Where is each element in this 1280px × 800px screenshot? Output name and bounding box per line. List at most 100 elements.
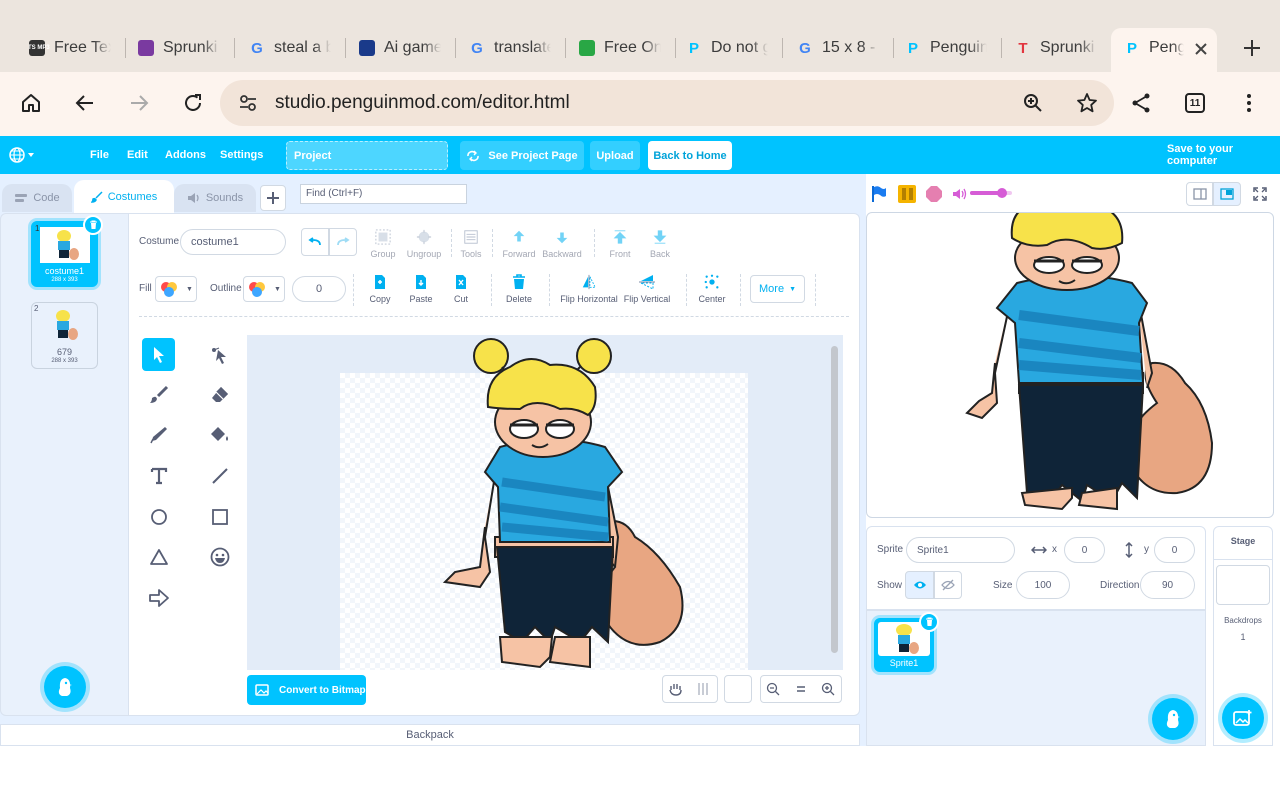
back-layer-button[interactable]: Back	[646, 229, 674, 259]
fill-color-picker[interactable]: ▼	[155, 276, 197, 302]
menu-file[interactable]: File	[90, 136, 109, 174]
show-hidden-button[interactable]	[934, 571, 962, 599]
volume-icon[interactable]	[952, 187, 968, 201]
costume-tile[interactable]: 2 679 288 x 393	[31, 302, 98, 369]
tab-costumes[interactable]: Costumes	[74, 180, 174, 213]
green-flag-icon[interactable]	[870, 185, 888, 203]
browser-tab[interactable]: Gsteal a b	[249, 36, 331, 60]
site-settings-icon[interactable]	[232, 87, 264, 119]
backpack-bar[interactable]: Backpack	[0, 724, 860, 746]
zoom-out-icon[interactable]	[766, 682, 780, 696]
browser-tab[interactable]: Gtranslate	[469, 36, 551, 60]
tab-code[interactable]: Code	[2, 184, 72, 212]
circle-tool[interactable]	[142, 500, 175, 533]
canvas-scrollbar[interactable]	[831, 346, 838, 653]
see-project-page-button[interactable]: See Project Page	[460, 141, 584, 170]
show-visible-button[interactable]	[905, 571, 934, 599]
size-input[interactable]: 100	[1016, 571, 1070, 599]
delete-button[interactable]: Delete	[504, 274, 534, 304]
back-to-home-button[interactable]: Back to Home	[648, 141, 732, 170]
back-arrow-icon[interactable]	[69, 87, 101, 119]
large-stage-button[interactable]	[1213, 182, 1241, 206]
y-input[interactable]: 0	[1154, 537, 1195, 563]
flip-vertical-button[interactable]: Flip Vertical	[623, 274, 671, 304]
browser-tab[interactable]: T Sprunki I	[1015, 36, 1097, 60]
canvas-theme-button[interactable]	[724, 675, 752, 703]
add-costume-button[interactable]	[44, 666, 86, 708]
browser-tab[interactable]: Ai game	[359, 36, 441, 60]
small-stage-button[interactable]	[1186, 182, 1213, 206]
copy-button[interactable]: Copy	[368, 274, 392, 304]
zoom-reset-icon[interactable]	[794, 682, 808, 696]
costume-name-input[interactable]: costume1	[180, 229, 286, 255]
theme-moon-icon[interactable]	[53, 146, 69, 164]
stage-thumbnail[interactable]	[1216, 565, 1270, 605]
upload-button[interactable]: Upload	[590, 141, 640, 170]
tab-switcher-icon[interactable]: 11	[1179, 87, 1211, 119]
menu-addons[interactable]: Addons	[165, 136, 206, 174]
tools-button[interactable]: Tools	[458, 229, 484, 259]
home-icon[interactable]	[15, 87, 47, 119]
direction-input[interactable]: 90	[1140, 571, 1195, 599]
cut-button[interactable]: Cut	[450, 274, 472, 304]
pause-icon[interactable]	[898, 185, 916, 203]
text-tool[interactable]	[142, 459, 175, 492]
delete-costume-button[interactable]	[83, 215, 103, 235]
fill-tool[interactable]	[203, 418, 236, 451]
find-input[interactable]: Find (Ctrl+F)	[300, 184, 467, 204]
center-button[interactable]: Center	[697, 274, 727, 304]
sticker-tool[interactable]	[203, 540, 236, 573]
flip-horizontal-button[interactable]: Flip Horizontal	[560, 274, 618, 304]
stage-canvas[interactable]	[866, 212, 1274, 518]
triangle-tool[interactable]	[142, 540, 175, 573]
add-backdrop-button[interactable]	[1222, 697, 1264, 739]
paste-button[interactable]: Paste	[408, 274, 434, 304]
forward-button[interactable]: Forward	[502, 229, 536, 259]
delete-sprite-button[interactable]	[919, 612, 939, 632]
costume-drawing[interactable]	[440, 337, 690, 670]
browser-tab[interactable]: G 15 x 8 - (	[797, 36, 879, 60]
outline-width-input[interactable]: 0	[292, 276, 346, 302]
browser-tab[interactable]: TTS MP3Free Tex	[29, 36, 111, 60]
brush-tool[interactable]	[142, 378, 175, 411]
group-button[interactable]: Group	[368, 229, 398, 259]
more-vert-icon[interactable]	[1233, 87, 1265, 119]
browser-tab-active[interactable]: P Pengu	[1124, 36, 1184, 60]
reload-icon[interactable]	[177, 87, 209, 119]
browser-tab[interactable]: Sprunki (	[138, 36, 220, 60]
outline-color-picker[interactable]: ▼	[243, 276, 285, 302]
forward-arrow-icon[interactable]	[123, 87, 155, 119]
save-to-computer-link[interactable]: Save to your computer	[1167, 136, 1280, 174]
stop-icon[interactable]	[925, 185, 943, 203]
more-button[interactable]: More ▼	[750, 275, 805, 303]
select-tool[interactable]	[142, 338, 175, 371]
redo-button[interactable]	[329, 228, 357, 256]
browser-tab[interactable]: P Do not g	[686, 36, 768, 60]
backward-button[interactable]: Backward	[542, 229, 582, 259]
x-input[interactable]: 0	[1064, 537, 1105, 563]
zoom-icon[interactable]	[1017, 87, 1049, 119]
arrow-shape-tool[interactable]	[142, 581, 175, 614]
menu-edit[interactable]: Edit	[127, 136, 148, 174]
volume-slider[interactable]	[970, 188, 1012, 198]
project-title-input[interactable]: Project	[286, 141, 448, 170]
tab-sounds[interactable]: Sounds	[174, 184, 256, 212]
front-button[interactable]: Front	[606, 229, 634, 259]
pen-tool[interactable]	[142, 418, 175, 451]
volume-knob[interactable]	[996, 188, 1007, 198]
pan-hand-icon[interactable]	[668, 682, 684, 696]
url-text[interactable]: studio.penguinmod.com/editor.html	[275, 92, 570, 114]
ungroup-button[interactable]: Ungroup	[405, 229, 443, 259]
share-icon[interactable]	[1125, 87, 1157, 119]
rectangle-tool[interactable]	[203, 500, 236, 533]
fullscreen-button[interactable]	[1248, 182, 1272, 206]
browser-tab[interactable]: P PenguinM	[905, 36, 987, 60]
undo-button[interactable]	[301, 228, 329, 256]
browser-tab[interactable]: Free Onl	[579, 36, 661, 60]
bookmark-star-icon[interactable]	[1071, 87, 1103, 119]
line-tool[interactable]	[203, 459, 236, 492]
reshape-tool[interactable]	[203, 338, 236, 371]
add-extension-button[interactable]	[260, 185, 286, 211]
menu-settings[interactable]: Settings	[220, 136, 263, 174]
close-tab-icon[interactable]	[1192, 40, 1210, 58]
